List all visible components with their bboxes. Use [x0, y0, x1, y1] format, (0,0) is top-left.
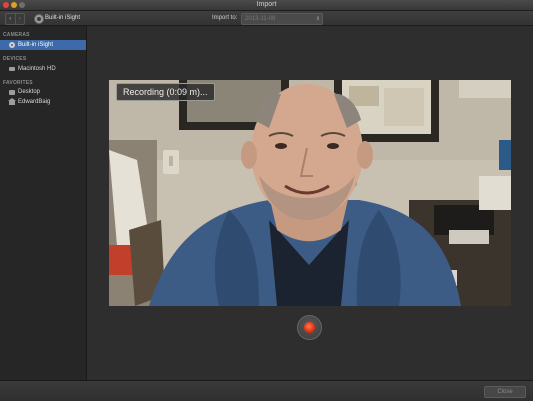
- chevron-updown-icon: ⇕: [315, 16, 320, 22]
- devices-header: DEVICES: [3, 56, 27, 62]
- sidebar-item-built-in-isight[interactable]: Built-in iSight: [0, 40, 86, 50]
- import-to-select[interactable]: 2013-11-08 ⇕: [241, 13, 323, 25]
- sidebar-item-edwardbaig[interactable]: EdwardBaig: [0, 97, 86, 107]
- home-folder-icon: [8, 98, 16, 105]
- main-area: Recording (0:09 m)...: [87, 26, 533, 380]
- desktop-folder-icon: [9, 90, 15, 95]
- sidebar-item-label: EdwardBaig: [18, 99, 51, 105]
- sidebar-item-label: Macintosh HD: [18, 66, 56, 72]
- camera-icon: [34, 14, 44, 24]
- import-to-value: 2013-11-08: [245, 16, 276, 22]
- forward-button[interactable]: ›: [14, 14, 25, 24]
- sidebar-item-label: Built-in iSight: [18, 42, 54, 48]
- close-button[interactable]: Close: [484, 386, 526, 398]
- recording-status: Recording (0:09 m)...: [116, 83, 215, 101]
- hard-drive-icon: [9, 67, 15, 71]
- nav-buttons: ‹ ›: [5, 13, 25, 25]
- sidebar-item-desktop[interactable]: Desktop: [0, 87, 86, 97]
- bottom-bar: Close: [0, 380, 533, 401]
- source-label: Built-in iSight: [45, 15, 81, 21]
- webcam-image: [109, 80, 511, 306]
- cameras-header: CAMERAS: [3, 32, 30, 38]
- toolbar: ‹ › Built-in iSight Import to: 2013-11-0…: [0, 11, 533, 26]
- sidebar-item-macintosh-hd[interactable]: Macintosh HD: [0, 64, 86, 74]
- favorites-header: FAVORITES: [3, 80, 33, 86]
- title-bar: Import: [0, 0, 533, 11]
- camera-icon: [9, 42, 15, 48]
- record-button[interactable]: [297, 315, 322, 340]
- sidebar: CAMERAS Built-in iSight DEVICES Macintos…: [0, 26, 87, 380]
- sidebar-item-label: Desktop: [18, 89, 41, 95]
- window-title: Import: [256, 1, 277, 8]
- back-button[interactable]: ‹: [6, 14, 15, 24]
- import-to-label: Import to:: [212, 15, 238, 21]
- camera-preview: Recording (0:09 m)...: [109, 80, 511, 306]
